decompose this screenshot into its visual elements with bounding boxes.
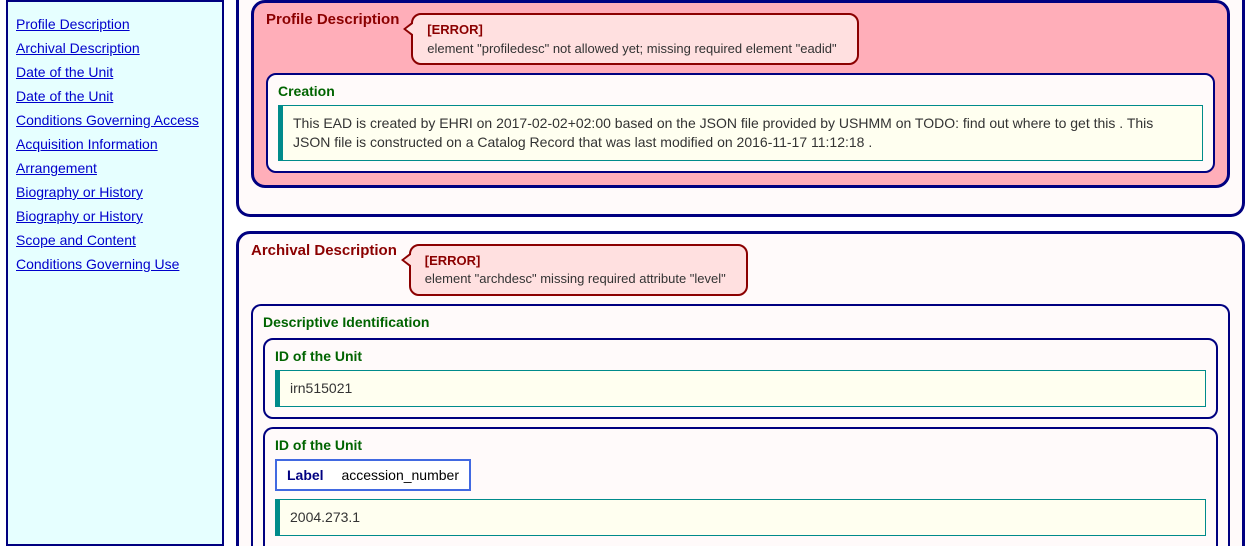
label-value: accession_number: [341, 467, 459, 483]
unitid1-value: irn515021: [275, 370, 1206, 407]
unitid1-title: ID of the Unit: [275, 348, 1206, 364]
label-key: Label: [287, 467, 324, 483]
creation-text: This EAD is created by EHRI on 2017-02-0…: [278, 105, 1203, 161]
nav-link[interactable]: Date of the Unit: [16, 64, 214, 80]
unitid2-value: 2004.273.1: [275, 499, 1206, 536]
unitid-block-1: ID of the Unit irn515021: [263, 338, 1218, 419]
label-attr-box: Label accession_number: [275, 459, 471, 491]
error-message: element "profiledesc" not allowed yet; m…: [427, 41, 836, 56]
creation-block: Creation This EAD is created by EHRI on …: [266, 73, 1215, 173]
creation-title: Creation: [278, 83, 1203, 99]
error-message: element "archdesc" missing required attr…: [425, 271, 726, 286]
nav-link[interactable]: Biography or History: [16, 208, 214, 224]
nav-link[interactable]: Arrangement: [16, 160, 214, 176]
profile-error-box: [ERROR] element "profiledesc" not allowe…: [411, 13, 858, 65]
nav-link[interactable]: Acquisition Information: [16, 136, 214, 152]
main-content: Profile Description [ERROR] element "pro…: [230, 0, 1251, 546]
unitid-block-2: ID of the Unit Label accession_number 20…: [263, 427, 1218, 546]
profile-title: Profile Description: [266, 11, 405, 28]
error-label: [ERROR]: [425, 252, 726, 270]
archdesc-title: Archival Description: [251, 242, 403, 259]
sidebar-nav: Profile Description Archival Description…: [6, 0, 224, 546]
unitid2-title: ID of the Unit: [275, 437, 1206, 453]
did-block: Descriptive Identification ID of the Uni…: [251, 304, 1230, 546]
did-title: Descriptive Identification: [263, 314, 1218, 330]
nav-link[interactable]: Conditions Governing Access: [16, 112, 214, 128]
nav-link[interactable]: Profile Description: [16, 16, 214, 32]
profile-description-block: Profile Description [ERROR] element "pro…: [251, 0, 1230, 188]
nav-link[interactable]: Biography or History: [16, 184, 214, 200]
archival-description-block: Archival Description [ERROR] element "ar…: [236, 231, 1245, 546]
nav-link[interactable]: Date of the Unit: [16, 88, 214, 104]
error-label: [ERROR]: [427, 21, 836, 39]
nav-link[interactable]: Conditions Governing Use: [16, 256, 214, 272]
nav-link[interactable]: Archival Description: [16, 40, 214, 56]
nav-link[interactable]: Scope and Content: [16, 232, 214, 248]
outer-container-cut: Profile Description [ERROR] element "pro…: [236, 0, 1245, 217]
archdesc-error-box: [ERROR] element "archdesc" missing requi…: [409, 244, 748, 296]
